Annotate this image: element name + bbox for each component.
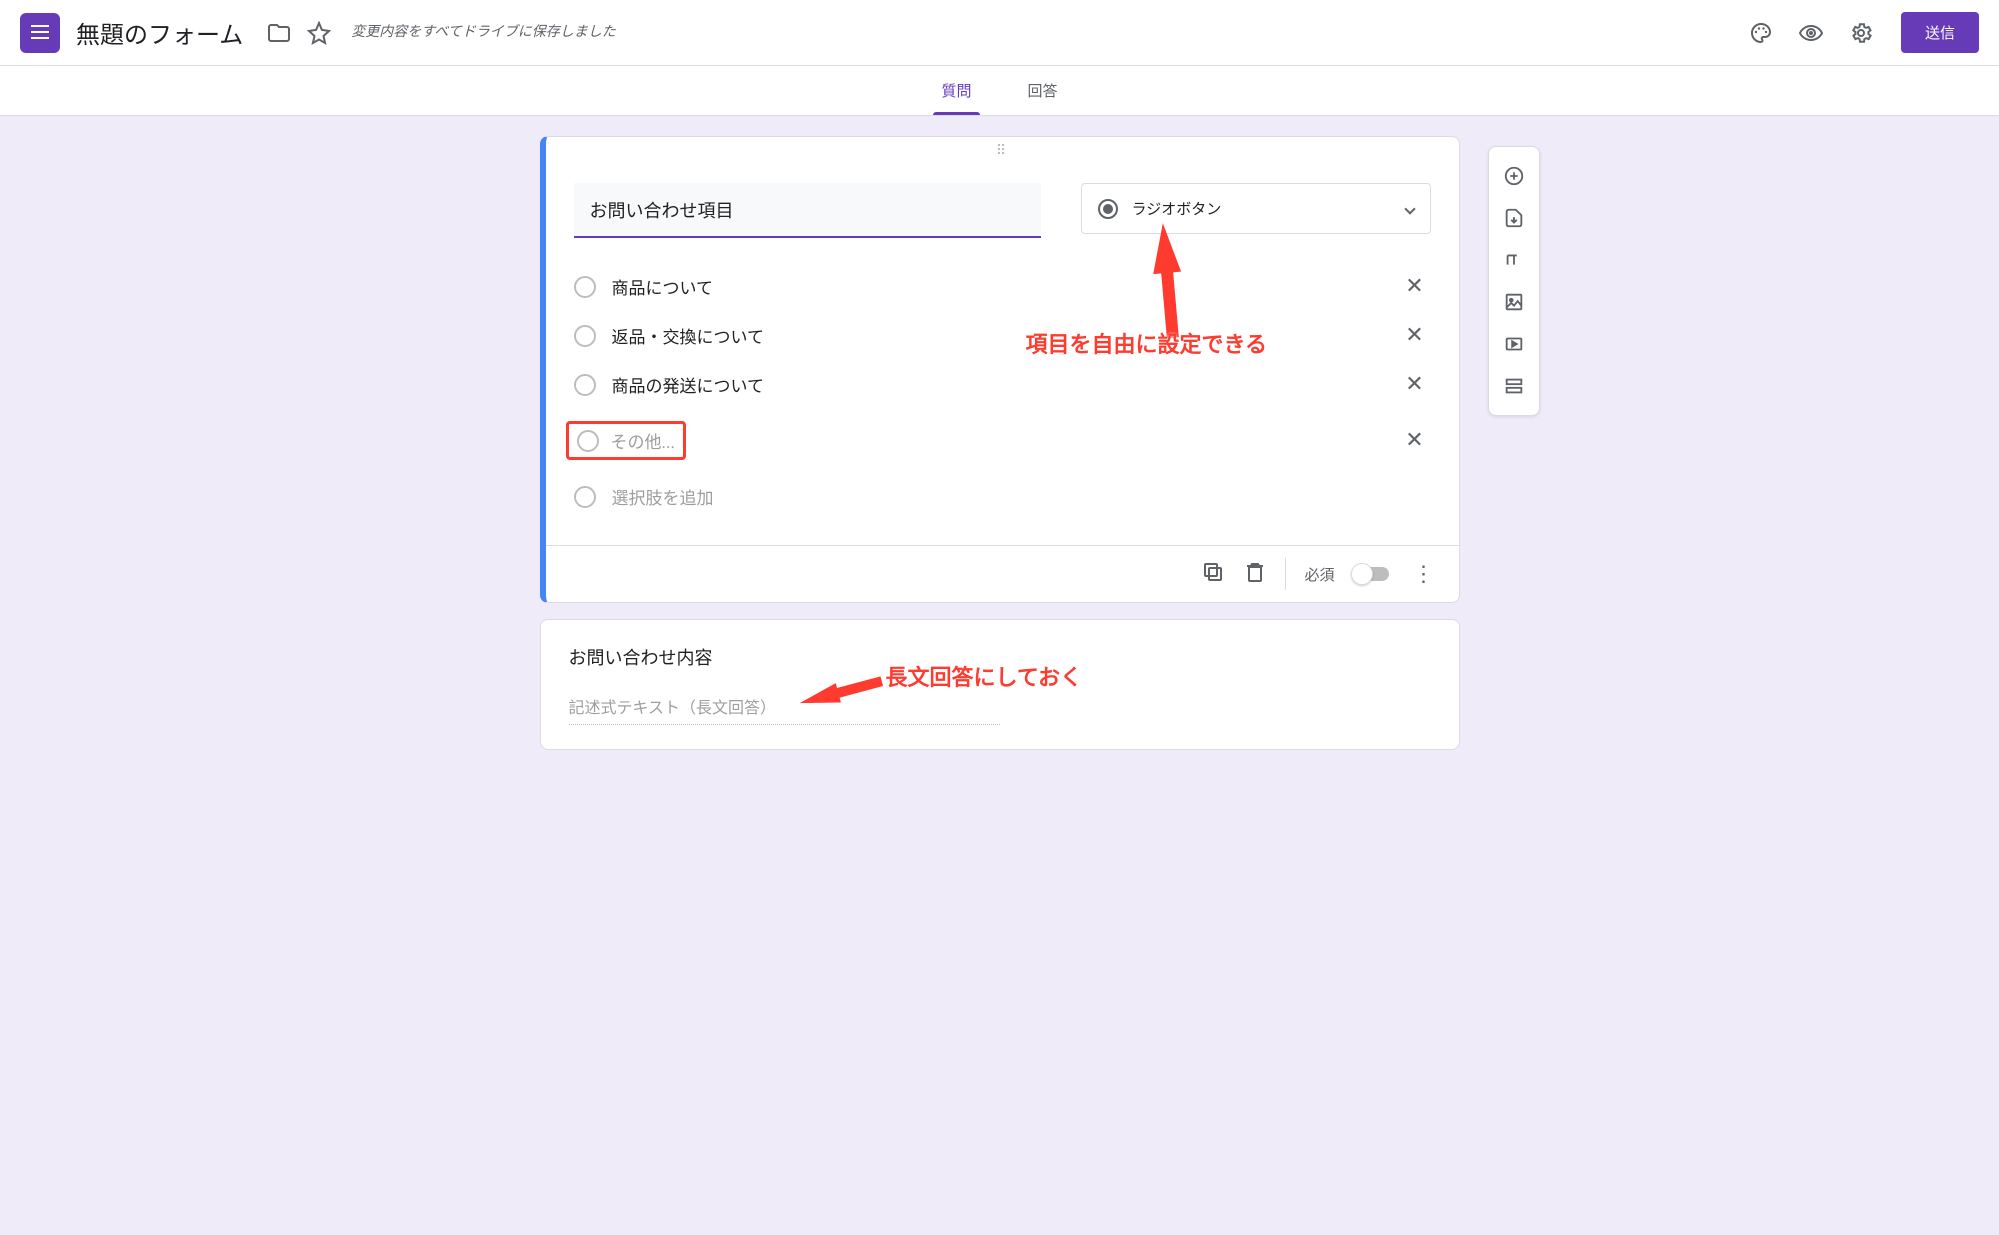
app-header: 無題のフォーム 変更内容をすべてドライブに保存しました 送信 bbox=[0, 0, 1999, 66]
import-questions-icon[interactable] bbox=[1493, 197, 1535, 239]
card-footer: 必須 ⋮ bbox=[546, 545, 1459, 602]
option-input[interactable]: 商品の発送について bbox=[612, 372, 1383, 397]
preview-icon[interactable] bbox=[1791, 13, 1831, 53]
delete-icon[interactable] bbox=[1243, 560, 1267, 588]
question-card-1: ⠿ ラジオボタン 商品について ✕ 返品・交換について bbox=[540, 136, 1460, 603]
tab-questions[interactable]: 質問 bbox=[933, 66, 979, 115]
other-option-label[interactable]: その他... bbox=[611, 428, 675, 453]
save-status: 変更内容をすべてドライブに保存しました bbox=[351, 23, 615, 43]
required-toggle[interactable] bbox=[1353, 567, 1389, 581]
side-toolbar bbox=[1488, 146, 1540, 416]
radio-icon bbox=[574, 374, 596, 396]
long-answer-placeholder: 記述式テキスト（長文回答） bbox=[569, 694, 1000, 725]
remove-option-icon[interactable]: ✕ bbox=[1399, 274, 1431, 299]
folder-icon[interactable] bbox=[259, 13, 299, 53]
option-row: 商品の発送について ✕ bbox=[574, 360, 1431, 409]
send-button[interactable]: 送信 bbox=[1901, 12, 1979, 53]
question-title-input[interactable] bbox=[574, 183, 1041, 238]
add-option-row[interactable]: 選択肢を追加 bbox=[574, 472, 1431, 521]
add-video-icon[interactable] bbox=[1493, 323, 1535, 365]
type-select-label: ラジオボタン bbox=[1132, 198, 1222, 219]
option-input[interactable]: 返品・交換について bbox=[612, 323, 1383, 348]
option-row: 商品について ✕ bbox=[574, 262, 1431, 311]
add-section-icon[interactable] bbox=[1493, 365, 1535, 407]
question2-title: お問い合わせ内容 bbox=[569, 644, 1431, 670]
required-label: 必須 bbox=[1304, 564, 1334, 585]
remove-option-icon[interactable]: ✕ bbox=[1399, 323, 1431, 348]
option-input[interactable]: 商品について bbox=[612, 274, 1383, 299]
highlight-annotation: その他... bbox=[566, 421, 686, 460]
remove-option-icon[interactable]: ✕ bbox=[1399, 372, 1431, 397]
star-icon[interactable] bbox=[299, 13, 339, 53]
form-title[interactable]: 無題のフォーム bbox=[76, 15, 243, 50]
add-title-icon[interactable] bbox=[1493, 239, 1535, 281]
more-options-icon[interactable]: ⋮ bbox=[1407, 562, 1441, 587]
radio-type-icon bbox=[1098, 199, 1118, 219]
chevron-down-icon bbox=[1404, 203, 1415, 214]
question-card-2[interactable]: お問い合わせ内容 記述式テキスト（長文回答） 長文回答にしておく bbox=[540, 619, 1460, 750]
remove-option-icon[interactable]: ✕ bbox=[1399, 428, 1431, 453]
add-option-label: 選択肢を追加 bbox=[612, 484, 1431, 509]
add-question-icon[interactable] bbox=[1493, 155, 1535, 197]
tab-bar: 質問 回答 bbox=[0, 66, 1999, 116]
duplicate-icon[interactable] bbox=[1201, 560, 1225, 588]
drag-handle-icon[interactable]: ⠿ bbox=[546, 137, 1459, 159]
radio-icon bbox=[577, 430, 599, 452]
tab-responses[interactable]: 回答 bbox=[1020, 66, 1066, 115]
option-row: 返品・交換について ✕ bbox=[574, 311, 1431, 360]
radio-icon bbox=[574, 325, 596, 347]
settings-icon[interactable] bbox=[1841, 13, 1881, 53]
divider bbox=[1285, 558, 1286, 590]
radio-icon bbox=[574, 486, 596, 508]
forms-app-icon[interactable] bbox=[20, 13, 60, 53]
palette-icon[interactable] bbox=[1741, 13, 1781, 53]
question-type-select[interactable]: ラジオボタン bbox=[1081, 183, 1431, 234]
option-row-other: その他... ✕ bbox=[574, 409, 1431, 472]
radio-icon bbox=[574, 276, 596, 298]
add-image-icon[interactable] bbox=[1493, 281, 1535, 323]
